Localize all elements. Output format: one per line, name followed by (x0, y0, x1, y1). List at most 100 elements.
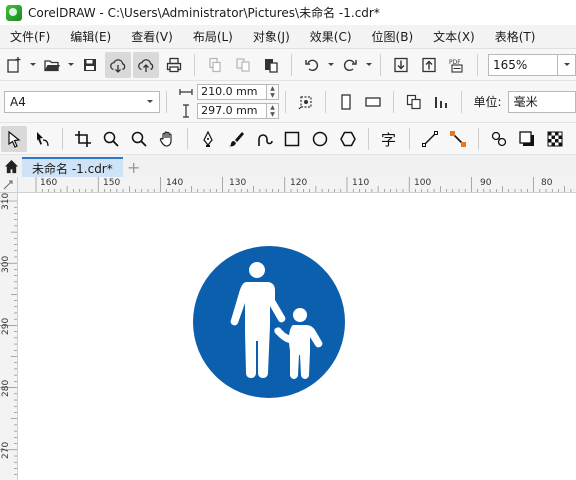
brush-tool[interactable] (223, 126, 249, 152)
copy-button[interactable] (230, 52, 256, 78)
add-document-tab[interactable]: + (123, 157, 145, 177)
svg-text:字: 字 (381, 131, 396, 148)
document-tab-bar: 未命名 -1.cdr* + (0, 155, 576, 177)
shadow-tool[interactable] (514, 126, 540, 152)
portrait-button[interactable] (333, 89, 358, 115)
open-button[interactable] (39, 52, 65, 78)
page-origin-button[interactable] (293, 89, 318, 115)
transparency-tool[interactable] (542, 126, 568, 152)
zoom-out-tool[interactable] (126, 126, 152, 152)
page-dimensions: 210.0 mm ▲ ▼ 297.0 mm ▲ ▼ (179, 84, 280, 120)
cut-button[interactable] (202, 52, 228, 78)
zoom-level-field[interactable]: 165% (488, 53, 558, 76)
rectangle-tool-icon (284, 131, 300, 146)
unit-select[interactable]: 毫米 (507, 90, 576, 113)
vertical-ruler[interactable]: 310 300 290 280 270 (0, 193, 18, 480)
window-title: CorelDRAW - C:\Users\Administrator\Pictu… (28, 6, 380, 20)
menu-bar: 文件(F) 编辑(E) 查看(V) 布局(L) 对象(J) 效果(C) 位图(B… (0, 25, 576, 49)
text-tool[interactable]: 字 (376, 126, 402, 152)
menu-bitmaps[interactable]: 位图(B) (362, 25, 424, 49)
shape-tool[interactable] (29, 126, 55, 152)
ruler-label: 100 (414, 178, 432, 188)
paste-button[interactable] (258, 52, 284, 78)
new-document-button[interactable] (1, 52, 27, 78)
page-width-spinner[interactable]: ▲ ▼ (267, 84, 280, 100)
menu-object[interactable]: 对象(J) (243, 25, 300, 49)
line-tool-icon (422, 130, 438, 147)
connector-tool-icon (450, 130, 466, 147)
menu-table[interactable]: 表格(T) (485, 25, 546, 49)
copy-icon (236, 57, 250, 72)
landscape-icon (365, 96, 381, 107)
zoom-level-dropdown[interactable] (558, 53, 576, 76)
polygon-tool-icon (340, 131, 356, 146)
import-button[interactable] (388, 52, 414, 78)
pdf-icon: PDF (449, 59, 463, 73)
export-button[interactable] (416, 52, 442, 78)
chevron-down-icon (563, 62, 570, 66)
menu-layout[interactable]: 布局(L) (183, 25, 243, 49)
pedestrian-sign[interactable] (192, 245, 346, 399)
landscape-button[interactable] (361, 89, 386, 115)
line-tool[interactable] (417, 126, 443, 152)
print-icon (166, 57, 182, 72)
page-width-input[interactable]: 210.0 mm (197, 84, 268, 100)
redo-button[interactable] (337, 52, 363, 78)
toolbar-separator (477, 53, 478, 76)
coreldraw-logo-icon (6, 4, 22, 21)
open-dropdown[interactable] (66, 52, 76, 78)
toolbar-separator (285, 90, 287, 113)
drawing-canvas[interactable] (18, 193, 576, 480)
ruler-label: 150 (103, 178, 121, 188)
zoom-tool[interactable] (98, 126, 124, 152)
crop-tool[interactable] (70, 126, 96, 152)
toolbar-separator (460, 90, 462, 113)
polygon-tool[interactable] (335, 126, 361, 152)
toolbox: 字 (0, 123, 576, 155)
cloud-download-button[interactable] (105, 51, 131, 78)
ruler-origin[interactable] (0, 177, 18, 193)
home-tab[interactable] (0, 155, 22, 177)
all-pages-button[interactable] (401, 89, 426, 115)
ruler-label: 290 (1, 317, 11, 335)
current-page-button[interactable] (428, 89, 453, 115)
pen-tool[interactable] (195, 126, 221, 152)
blend-tool-icon (491, 131, 507, 146)
undo-dropdown[interactable] (326, 52, 336, 78)
save-button[interactable] (77, 52, 103, 78)
pick-tool[interactable] (1, 125, 27, 152)
print-button[interactable] (161, 52, 187, 78)
redo-icon (343, 59, 357, 71)
pan-tool[interactable] (154, 126, 180, 152)
cloud-upload-button[interactable] (133, 51, 159, 78)
connector-tool[interactable] (445, 126, 471, 152)
toolbar-separator (166, 90, 168, 113)
page-height-spinner[interactable]: ▲ ▼ (267, 103, 280, 119)
new-document-dropdown[interactable] (28, 52, 38, 78)
undo-button[interactable] (299, 52, 325, 78)
rectangle-tool[interactable] (279, 126, 305, 152)
menu-file[interactable]: 文件(F) (0, 25, 60, 49)
menu-view[interactable]: 查看(V) (121, 25, 183, 49)
ruler-label: 80 (541, 178, 553, 188)
bezier-tool-icon (258, 133, 273, 146)
redo-dropdown[interactable] (364, 52, 374, 78)
document-tab[interactable]: 未命名 -1.cdr* (22, 157, 123, 177)
page-size-select[interactable]: A4 (4, 90, 161, 113)
menu-edit[interactable]: 编辑(E) (60, 25, 121, 49)
toolbar-separator (291, 53, 292, 76)
brush-tool-icon (229, 131, 244, 146)
menu-effects[interactable]: 效果(C) (300, 25, 362, 49)
ruler-label: 300 (1, 255, 11, 273)
blend-tool[interactable] (486, 126, 512, 152)
bezier-tool[interactable] (251, 126, 277, 152)
horizontal-ruler[interactable]: 160 150 140 130 120 110 100 90 80 (18, 177, 576, 193)
portrait-icon (341, 93, 351, 110)
ruler-label: 160 (40, 178, 58, 188)
page-height-input[interactable]: 297.0 mm (197, 103, 268, 119)
menu-text[interactable]: 文本(X) (423, 25, 485, 49)
home-icon (4, 159, 18, 173)
publish-pdf-button[interactable]: PDF (444, 52, 470, 78)
ellipse-tool-icon (312, 131, 328, 146)
ellipse-tool[interactable] (307, 126, 333, 152)
